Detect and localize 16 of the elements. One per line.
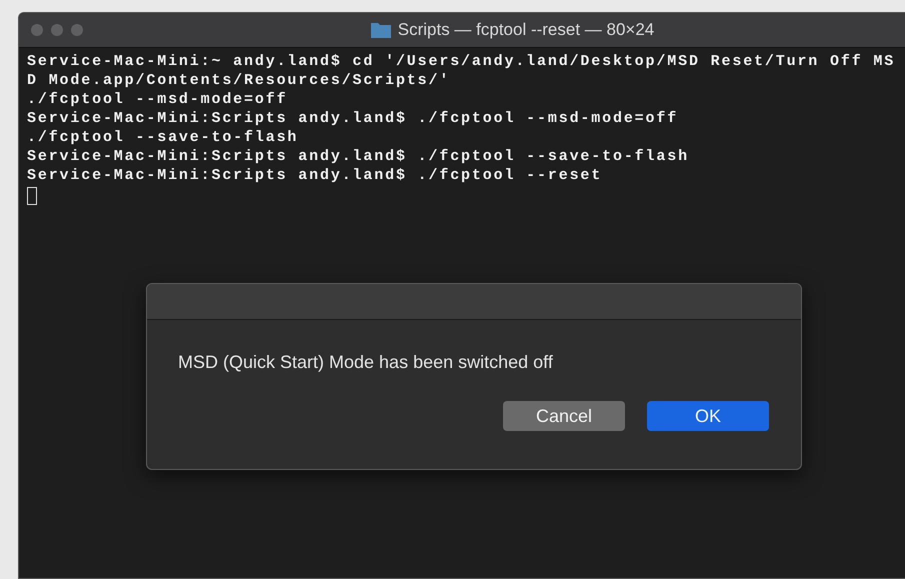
cancel-button[interactable]: Cancel [503, 401, 625, 431]
terminal-line: D Mode.app/Contents/Resources/Scripts/' [27, 71, 452, 90]
terminal-line: ./fcptool --msd-mode=off [27, 90, 288, 109]
terminal-line: Service-Mac-Mini:Scripts andy.land$ ./fcptool --reset [27, 166, 604, 185]
terminal-line: ./fcptool --save-to-flash [27, 128, 300, 147]
terminal-line: Service-Mac-Mini:Scripts andy.land$ ./fcptool --save-to-flash [27, 147, 690, 166]
terminal-line: Service-Mac-Mini:~ andy.land$ cd '/Users/andy.land/Desktop/MSD Reset/Turn Off MS [27, 52, 896, 71]
minimize-button[interactable] [51, 24, 63, 36]
terminal-line: Service-Mac-Mini:Scripts andy.land$ ./fcptool --msd-mode=off [27, 109, 680, 128]
dialog-message: MSD (Quick Start) Mode has been switched off [177, 351, 554, 373]
ok-button[interactable]: OK [647, 401, 769, 431]
close-button[interactable] [31, 24, 43, 36]
folder-icon [370, 21, 392, 39]
zoom-button[interactable] [71, 24, 83, 36]
window-title: Scripts — fcptool --reset — 80×24 [398, 20, 654, 40]
text-cursor [27, 187, 37, 205]
